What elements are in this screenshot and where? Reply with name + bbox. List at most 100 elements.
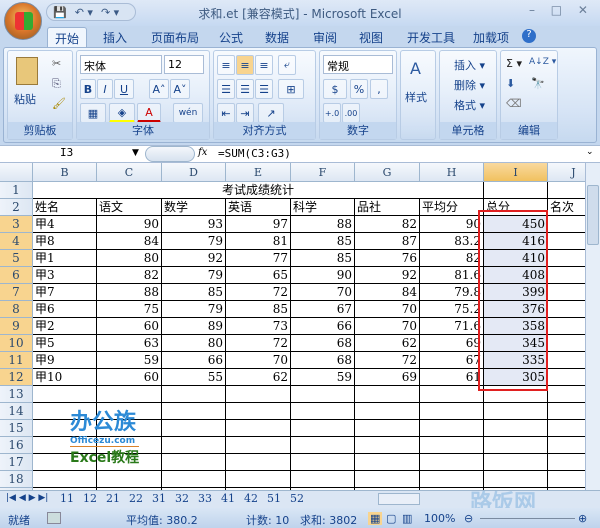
tab-home[interactable]: 开始 <box>47 27 88 48</box>
cell[interactable] <box>548 182 585 199</box>
data-cell[interactable]: 82 <box>355 216 420 233</box>
data-cell[interactable]: 79.8 <box>420 284 484 301</box>
tab-insert[interactable]: 插入 <box>96 27 134 48</box>
cell[interactable] <box>548 335 585 352</box>
cell[interactable] <box>548 437 585 454</box>
insert-cells-button[interactable]: 插入 ▾ <box>454 57 485 73</box>
formula-input[interactable]: =SUM(C3:G3) <box>218 147 291 160</box>
data-cell[interactable]: 甲4 <box>33 216 97 233</box>
bold-button[interactable]: B <box>80 79 96 99</box>
column-header-F[interactable]: F <box>291 163 355 182</box>
sort-filter-button[interactable]: A↓Z ▾ <box>529 57 556 67</box>
data-cell[interactable]: 83.2 <box>420 233 484 250</box>
column-label[interactable]: 语文 <box>97 199 162 216</box>
font-size-select[interactable]: 12 <box>164 55 204 74</box>
phonetic-button[interactable]: wén <box>173 103 203 123</box>
cell[interactable] <box>355 437 420 454</box>
row-header-7[interactable]: 7 <box>0 284 33 301</box>
font-name-select[interactable]: 宋体 <box>80 55 162 74</box>
data-cell[interactable]: 92 <box>162 250 226 267</box>
window-controls[interactable]: – □ ✕ <box>529 3 594 17</box>
row-header-14[interactable]: 14 <box>0 403 33 420</box>
row-header-10[interactable]: 10 <box>0 335 33 352</box>
sheet-tab-31[interactable]: 31 <box>152 492 166 507</box>
cell[interactable] <box>226 454 291 471</box>
cell[interactable] <box>97 386 162 403</box>
cell[interactable] <box>420 420 484 437</box>
select-all-corner[interactable] <box>0 163 33 182</box>
column-label[interactable]: 平均分 <box>420 199 484 216</box>
increase-decimal-button[interactable]: +.0 <box>323 103 341 123</box>
cell[interactable] <box>548 318 585 335</box>
sheet-tab-52[interactable]: 52 <box>290 492 304 507</box>
styles-group[interactable]: A 样式 <box>400 50 436 140</box>
data-cell[interactable]: 76 <box>355 250 420 267</box>
data-cell[interactable]: 79 <box>162 267 226 284</box>
column-header-I[interactable]: I <box>484 163 548 182</box>
data-cell[interactable]: 75 <box>97 301 162 318</box>
row-header-6[interactable]: 6 <box>0 267 33 284</box>
data-cell[interactable]: 67 <box>291 301 355 318</box>
data-cell[interactable]: 80 <box>162 335 226 352</box>
row-header-13[interactable]: 13 <box>0 386 33 403</box>
cell[interactable] <box>162 386 226 403</box>
cell[interactable] <box>291 420 355 437</box>
align-bottom-button[interactable]: ≡ <box>255 55 273 75</box>
sheet-tab-41[interactable]: 41 <box>221 492 235 507</box>
cell[interactable] <box>291 386 355 403</box>
data-cell[interactable]: 65 <box>226 267 291 284</box>
macro-record-icon[interactable] <box>47 512 61 524</box>
data-cell[interactable]: 甲3 <box>33 267 97 284</box>
cell[interactable] <box>548 420 585 437</box>
align-top-button[interactable]: ≡ <box>217 55 235 75</box>
data-cell[interactable]: 甲6 <box>33 301 97 318</box>
cell[interactable] <box>548 267 585 284</box>
underline-button[interactable]: U <box>114 79 134 99</box>
cell[interactable] <box>548 386 585 403</box>
column-label[interactable]: 品社 <box>355 199 420 216</box>
page-break-view-icon[interactable]: ▥ <box>402 512 412 525</box>
data-cell[interactable]: 93 <box>162 216 226 233</box>
cell[interactable] <box>548 284 585 301</box>
data-cell[interactable]: 81.6 <box>420 267 484 284</box>
name-box[interactable]: I3 <box>2 146 140 162</box>
row-header-12[interactable]: 12 <box>0 369 33 386</box>
data-cell[interactable]: 59 <box>97 352 162 369</box>
paste-button[interactable]: 粘贴 <box>14 91 36 107</box>
zoom-in-icon[interactable]: ⊕ <box>578 512 587 525</box>
cell[interactable] <box>226 420 291 437</box>
cell[interactable] <box>420 437 484 454</box>
row-header-9[interactable]: 9 <box>0 318 33 335</box>
data-cell[interactable]: 84 <box>355 284 420 301</box>
cell[interactable] <box>548 216 585 233</box>
data-cell[interactable]: 90 <box>97 216 162 233</box>
cell[interactable] <box>33 386 97 403</box>
cell[interactable] <box>548 369 585 386</box>
column-header-G[interactable]: G <box>355 163 420 182</box>
cell[interactable] <box>226 437 291 454</box>
office-button[interactable] <box>4 2 42 40</box>
data-cell[interactable]: 甲2 <box>33 318 97 335</box>
column-header-J[interactable]: J <box>548 163 585 182</box>
cut-icon[interactable]: ✂ <box>52 57 61 70</box>
align-middle-button[interactable]: ≡ <box>236 55 254 75</box>
data-cell[interactable]: 甲5 <box>33 335 97 352</box>
cell[interactable] <box>162 454 226 471</box>
row-header-2[interactable]: 2 <box>0 199 33 216</box>
delete-cells-button[interactable]: 删除 ▾ <box>454 77 485 93</box>
cell[interactable] <box>420 386 484 403</box>
data-cell[interactable]: 66 <box>291 318 355 335</box>
sheet-tab-22[interactable]: 22 <box>129 492 143 507</box>
autosum-button[interactable]: Σ ▾ <box>506 57 522 70</box>
sheet-tab-33[interactable]: 33 <box>198 492 212 507</box>
data-cell[interactable]: 69 <box>355 369 420 386</box>
zoom-level[interactable]: 100% <box>424 512 455 525</box>
data-cell[interactable]: 90 <box>420 216 484 233</box>
column-header-H[interactable]: H <box>420 163 484 182</box>
tab-view[interactable]: 视图 <box>352 27 390 48</box>
page-layout-view-icon[interactable]: ▢ <box>386 512 396 525</box>
data-cell[interactable]: 70 <box>355 301 420 318</box>
data-cell[interactable]: 72 <box>226 284 291 301</box>
data-cell[interactable]: 72 <box>226 335 291 352</box>
data-cell[interactable]: 62 <box>226 369 291 386</box>
